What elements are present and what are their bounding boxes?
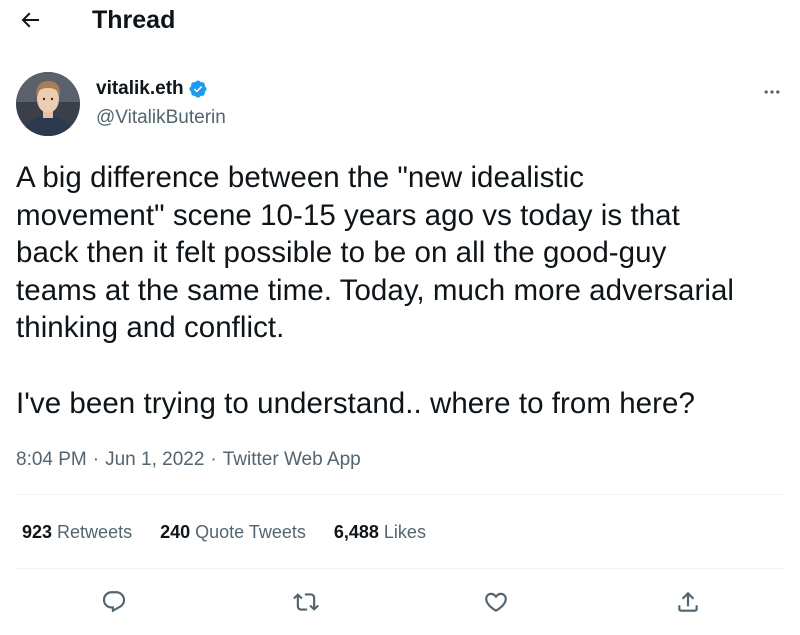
like-button[interactable] [478, 584, 514, 620]
retweet-icon [293, 589, 319, 615]
likes-stat[interactable]: 6,488 Likes [334, 520, 426, 544]
tweet-author: vitalik.eth @VitalikButerin [16, 72, 784, 138]
reply-button[interactable] [96, 584, 132, 620]
quote-tweets-label: Quote Tweets [195, 522, 306, 542]
page-title: Thread [92, 6, 176, 34]
page-header: Thread [0, 0, 800, 42]
more-options-button[interactable] [760, 80, 784, 104]
quote-tweets-count: 240 [160, 522, 191, 542]
display-name: vitalik.eth [96, 78, 184, 99]
tweet-source-app[interactable]: Twitter Web App [223, 448, 361, 472]
tweet-action-bar [16, 584, 784, 620]
tweet-meta: 8:04 PM · Jun 1, 2022 · Twitter Web App [16, 448, 361, 472]
meta-separator: · [210, 449, 217, 470]
avatar[interactable] [16, 72, 80, 136]
share-button[interactable] [670, 584, 706, 620]
arrow-left-icon [18, 8, 42, 32]
retweet-button[interactable] [288, 584, 324, 620]
divider [16, 494, 784, 495]
likes-count: 6,488 [333, 522, 379, 542]
tweet-date[interactable]: Jun 1, 2022 [105, 448, 204, 472]
user-handle[interactable]: @VitalikButerin [96, 106, 226, 130]
meta-separator: · [92, 449, 100, 470]
tweet-text: A big difference between the "new ideali… [16, 161, 735, 420]
share-icon [675, 589, 701, 615]
quote-tweets-stat[interactable]: 240 Quote Tweets [160, 520, 306, 544]
back-button[interactable] [16, 6, 44, 34]
heart-icon [483, 589, 509, 615]
tweet-time[interactable]: 8:04 PM [16, 448, 87, 472]
verified-badge-icon [188, 79, 208, 99]
tweet-stats: 923 Retweets 240 Quote Tweets 6,488 Like… [22, 520, 454, 544]
divider [16, 568, 784, 569]
retweets-stat[interactable]: 923 Retweets [22, 520, 132, 544]
more-dots-icon [762, 82, 782, 102]
reply-icon [101, 589, 127, 615]
display-name-row[interactable]: vitalik.eth [96, 77, 208, 101]
retweets-count: 923 [22, 522, 53, 542]
retweets-label: Retweets [57, 522, 133, 542]
likes-label: Likes [383, 522, 426, 542]
